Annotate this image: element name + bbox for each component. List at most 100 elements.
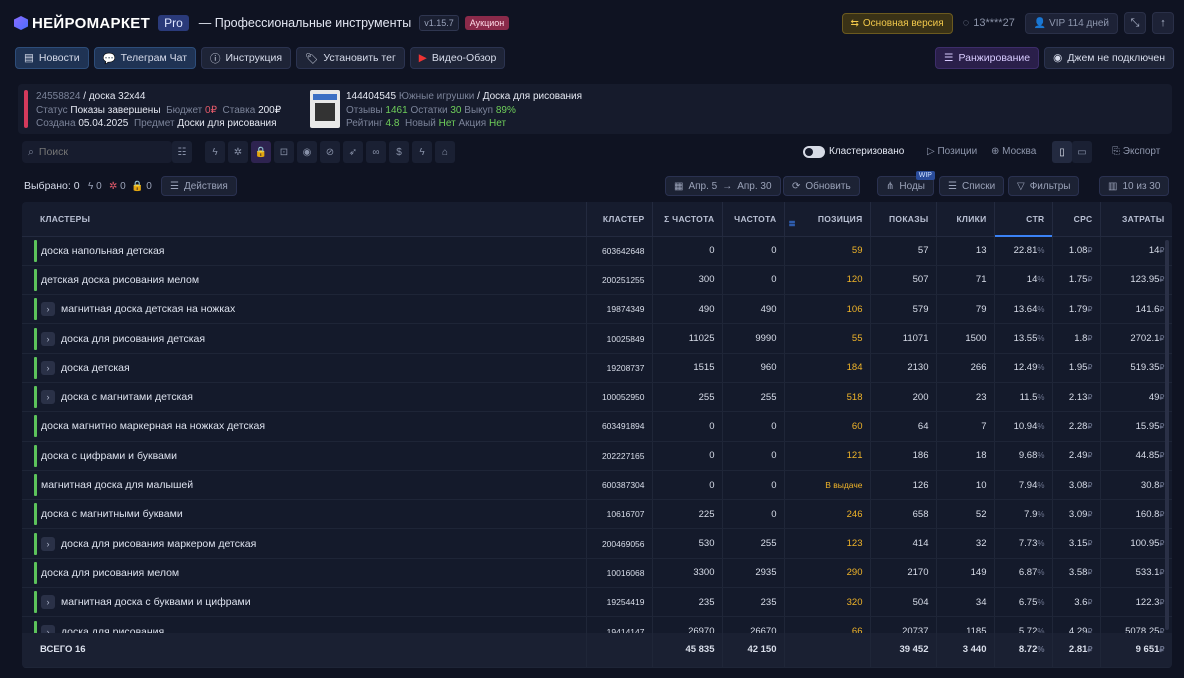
city-button[interactable]: ⊕ Москва: [991, 146, 1036, 157]
jam-button[interactable]: ◉ Джем не подключен: [1044, 47, 1174, 69]
position[interactable]: 290: [784, 558, 871, 589]
filters-button[interactable]: ▽ Фильтры: [1008, 176, 1080, 196]
cluster-name-cell[interactable]: доска магнитно маркерная на ножках детск…: [22, 411, 587, 442]
table-row[interactable]: доска с магнитными буквами 10616707 225 0 24…: [22, 499, 1172, 530]
col-cost[interactable]: Затраты: [1100, 202, 1172, 237]
position[interactable]: 55: [784, 323, 871, 354]
pages-button[interactable]: ▥ 10 из 30: [1099, 176, 1170, 196]
cluster-name-cell[interactable]: › доска для рисования детская: [22, 323, 587, 354]
eye-off-icon[interactable]: ⊘: [320, 141, 340, 163]
expand-icon[interactable]: ›: [41, 595, 55, 610]
col-sum-freq[interactable]: Σ Частота: [652, 202, 723, 237]
lightning-off-icon[interactable]: ϟ: [412, 141, 432, 163]
cluster-name-cell[interactable]: доска напольная детская: [22, 236, 587, 266]
table-row[interactable]: детская доска рисования мелом 200251255 30…: [22, 265, 1172, 296]
search-input[interactable]: [38, 146, 149, 158]
campaign-id[interactable]: 24558824: [36, 91, 81, 102]
table-row[interactable]: доска для рисования мелом 10016068 3300 293…: [22, 558, 1172, 589]
table-row[interactable]: доска с цифрами и буквами 202227165 0 0 121 1…: [22, 441, 1172, 471]
bug-icon[interactable]: ✲: [228, 141, 248, 163]
table-row[interactable]: › доска детская 19208737 1515 960 184 2130 266 1…: [22, 353, 1172, 383]
col-cluster[interactable]: Кластер: [586, 202, 653, 237]
position[interactable]: 121: [784, 441, 871, 471]
mobile-icon[interactable]: ▯: [1052, 141, 1072, 163]
cluster-name-cell[interactable]: доска с цифрами и буквами: [22, 441, 587, 471]
expand-icon[interactable]: ›: [41, 331, 55, 346]
positions-button[interactable]: ▷ Позиции: [927, 146, 977, 157]
col-views[interactable]: Показы: [870, 202, 937, 237]
col-cpc[interactable]: CPC: [1052, 202, 1101, 237]
search-box[interactable]: ⌕: [22, 141, 172, 163]
position[interactable]: В выдаче: [784, 470, 871, 501]
cluster-name-cell[interactable]: доска для рисования мелом: [22, 558, 587, 589]
lists-button[interactable]: ☰ Списки: [939, 176, 1005, 196]
actions-button[interactable]: ☰ Действия: [161, 176, 237, 196]
nav-set-tag[interactable]: 🏷 Установить тег: [296, 47, 405, 69]
position[interactable]: 123: [784, 528, 871, 559]
refresh-button[interactable]: ⟳ Обновить: [783, 176, 860, 196]
dollar-icon[interactable]: $: [389, 141, 409, 163]
col-position[interactable]: ≣ Позиция: [784, 202, 871, 237]
table-row[interactable]: доска напольная детская 603642648 0 0 59 57 13…: [22, 236, 1172, 266]
scrollbar[interactable]: [1165, 240, 1169, 630]
nav-instruction[interactable]: ⓘ Инструкция: [201, 47, 292, 69]
date-range-button[interactable]: ▦ Апр. 5 → Апр. 30: [665, 176, 781, 196]
bell-icon[interactable]: ⌂: [435, 141, 455, 163]
freq: 255: [722, 528, 785, 559]
cluster-name-cell[interactable]: доска с магнитными буквами: [22, 499, 587, 530]
expand-icon[interactable]: ›: [41, 302, 55, 317]
nav-video[interactable]: ▶ Видео-Обзор: [409, 47, 506, 69]
rocket-icon[interactable]: ➶: [343, 141, 363, 163]
cluster-name-cell[interactable]: магнитная доска для малышей: [22, 470, 587, 501]
cluster-name-cell[interactable]: › доска для рисования маркером детская: [22, 528, 587, 559]
cluster-name-cell[interactable]: › магнитная доска детская на ножках: [22, 294, 587, 325]
position[interactable]: 320: [784, 587, 871, 618]
table-row[interactable]: › доска для рисования детская 10025849 1102…: [22, 323, 1172, 354]
expand-icon[interactable]: ›: [41, 360, 55, 375]
table-row[interactable]: доска магнитно маркерная на ножках детск…: [22, 411, 1172, 442]
position[interactable]: 518: [784, 382, 871, 413]
cluster-name-cell[interactable]: › доска детская: [22, 353, 587, 383]
expand-icon[interactable]: ›: [41, 536, 55, 551]
collapse-icon[interactable]: ⤡: [1124, 12, 1146, 34]
lock-icon[interactable]: 🔒: [251, 141, 271, 163]
clustered-toggle[interactable]: [803, 146, 825, 158]
position[interactable]: 60: [784, 411, 871, 442]
table-row[interactable]: › магнитная доска с буквами и цифрами 1925…: [22, 587, 1172, 618]
glasses-icon[interactable]: ∞: [366, 141, 386, 163]
cluster-name-cell[interactable]: › магнитная доска с буквами и цифрами: [22, 587, 587, 618]
col-ctr[interactable]: CTR: [994, 202, 1053, 237]
unlock-icon[interactable]: ⊡: [274, 141, 294, 163]
col-clicks[interactable]: Клики: [936, 202, 995, 237]
export-button[interactable]: ⎘ Экспорт: [1112, 146, 1160, 157]
table-row[interactable]: › доска с магнитами детская 100052950 255 25…: [22, 382, 1172, 413]
expand-icon[interactable]: ›: [41, 390, 55, 405]
cluster-name-cell[interactable]: детская доска рисования мелом: [22, 265, 587, 296]
product-thumbnail[interactable]: [310, 90, 340, 128]
position[interactable]: 184: [784, 353, 871, 383]
cluster-name-cell[interactable]: › доска с магнитами детская: [22, 382, 587, 413]
settings-sliders-icon[interactable]: ☷: [172, 141, 192, 163]
eye-icon[interactable]: ◉: [297, 141, 317, 163]
position[interactable]: 59: [784, 236, 871, 266]
nav-news[interactable]: ▤ Новости: [15, 47, 89, 69]
nodes-button[interactable]: ⋔ Ноды WIP: [877, 171, 935, 196]
desktop-icon[interactable]: ▭: [1072, 141, 1092, 163]
main-version-button[interactable]: ⇆ Основная версия: [841, 12, 953, 34]
cpc-value: 1.8: [1074, 333, 1088, 345]
ranking-button[interactable]: ☰ Ранжирование: [935, 47, 1040, 69]
table-row[interactable]: магнитная доска для малышей 600387304 0 0 В …: [22, 470, 1172, 501]
col-freq[interactable]: Частота: [722, 202, 785, 237]
product-sku[interactable]: 144404545: [346, 91, 396, 102]
table-row[interactable]: › доска для рисования маркером детская 200…: [22, 528, 1172, 559]
arrow-up-icon[interactable]: ↑: [1152, 12, 1174, 34]
position[interactable]: 120: [784, 265, 871, 296]
position[interactable]: 246: [784, 499, 871, 530]
nav-telegram[interactable]: 💬 Телеграм Чат: [93, 47, 196, 69]
table-row[interactable]: › магнитная доска детская на ножках 198743…: [22, 294, 1172, 325]
lightning-icon[interactable]: ϟ: [205, 141, 225, 163]
col-clusters[interactable]: Кластеры: [22, 202, 587, 237]
vip-badge[interactable]: 👤 VIP 114 дней: [1024, 12, 1118, 34]
rub-unit: ₽: [1087, 392, 1093, 402]
position[interactable]: 106: [784, 294, 871, 325]
